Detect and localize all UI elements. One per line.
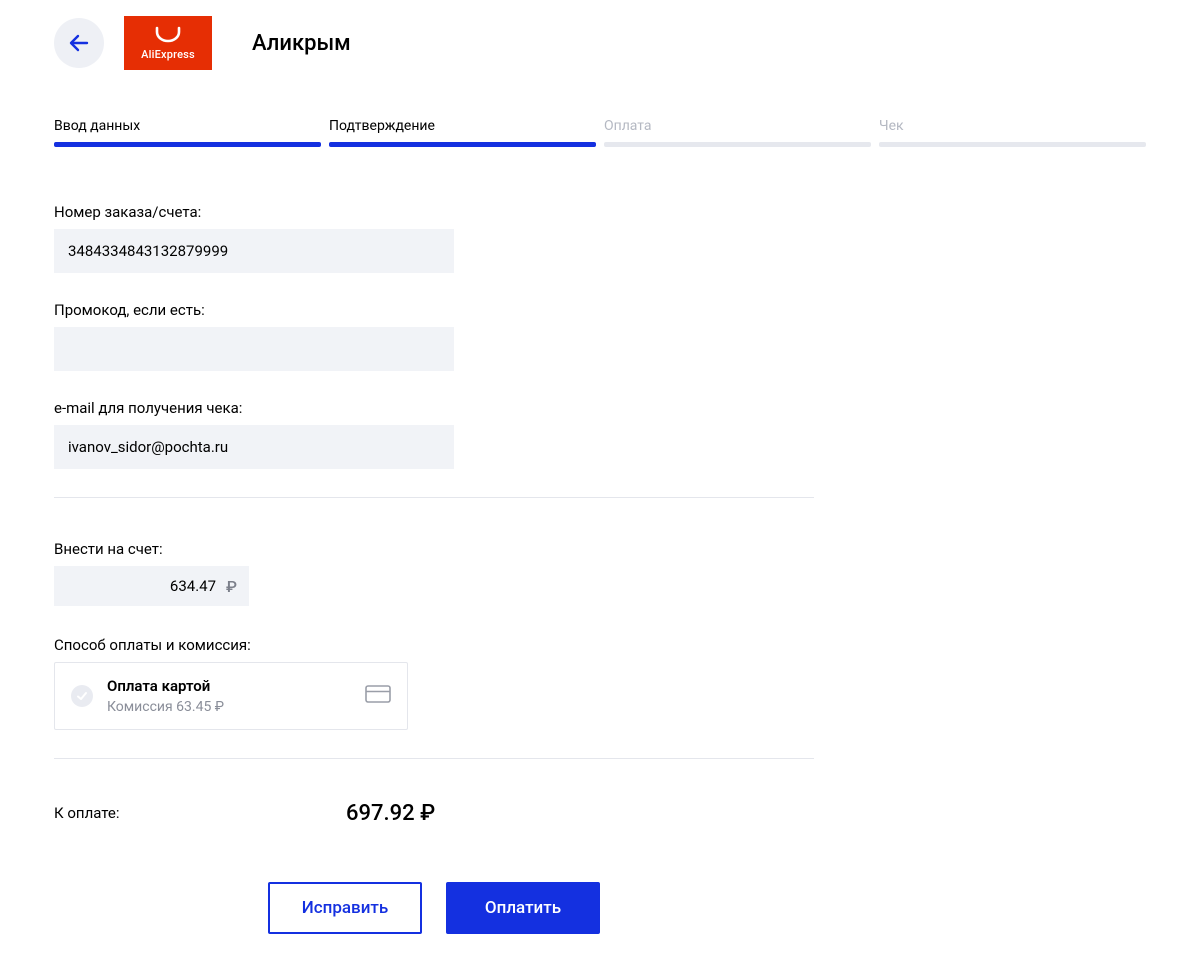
step-label: Чек xyxy=(879,118,1146,134)
edit-button[interactable]: Исправить xyxy=(268,882,422,934)
page-title: Аликрым xyxy=(252,31,351,56)
payment-method-card[interactable]: Оплата картой Комиссия 63.45 ₽ xyxy=(54,662,408,730)
step-bar xyxy=(329,142,596,147)
logo-text: AliExpress xyxy=(141,48,195,61)
payment-method-title: Оплата картой xyxy=(107,677,351,697)
arrow-left-icon xyxy=(67,31,91,55)
order-label: Номер заказа/счета: xyxy=(54,203,814,221)
email-label: e-mail для получения чека: xyxy=(54,399,814,417)
step-bar xyxy=(879,142,1146,147)
payment-method-subtitle: Комиссия 63.45 ₽ xyxy=(107,699,351,715)
amount-value: 634.47 xyxy=(170,577,216,595)
total-value: 697.92 ₽ xyxy=(346,801,435,826)
step-label: Оплата xyxy=(604,118,871,134)
email-input[interactable] xyxy=(54,425,454,469)
order-input[interactable] xyxy=(54,229,454,273)
stepper: Ввод данных Подтверждение Оплата Чек xyxy=(54,118,1146,147)
step-confirm: Подтверждение xyxy=(329,118,596,147)
promo-label: Промокод, если есть: xyxy=(54,301,814,319)
check-icon xyxy=(71,685,93,707)
aliexpress-logo: AliExpress xyxy=(124,16,212,70)
step-bar xyxy=(54,142,321,147)
step-receipt: Чек xyxy=(879,118,1146,147)
total-label: К оплате: xyxy=(54,804,346,822)
credit-card-icon xyxy=(365,685,391,707)
step-label: Ввод данных xyxy=(54,118,321,134)
ruble-icon: ₽ xyxy=(226,577,237,596)
amount-input[interactable]: 634.47 ₽ xyxy=(54,566,249,606)
divider xyxy=(54,497,814,498)
promo-input[interactable] xyxy=(54,327,454,371)
step-label: Подтверждение xyxy=(329,118,596,134)
divider xyxy=(54,758,814,759)
amount-label: Внести на счет: xyxy=(54,540,814,558)
step-bar xyxy=(604,142,871,147)
step-input: Ввод данных xyxy=(54,118,321,147)
back-button[interactable] xyxy=(54,18,104,68)
payment-method-label: Способ оплаты и комиссия: xyxy=(54,636,814,654)
bag-icon xyxy=(153,26,183,46)
pay-button[interactable]: Оплатить xyxy=(446,882,600,934)
step-payment: Оплата xyxy=(604,118,871,147)
